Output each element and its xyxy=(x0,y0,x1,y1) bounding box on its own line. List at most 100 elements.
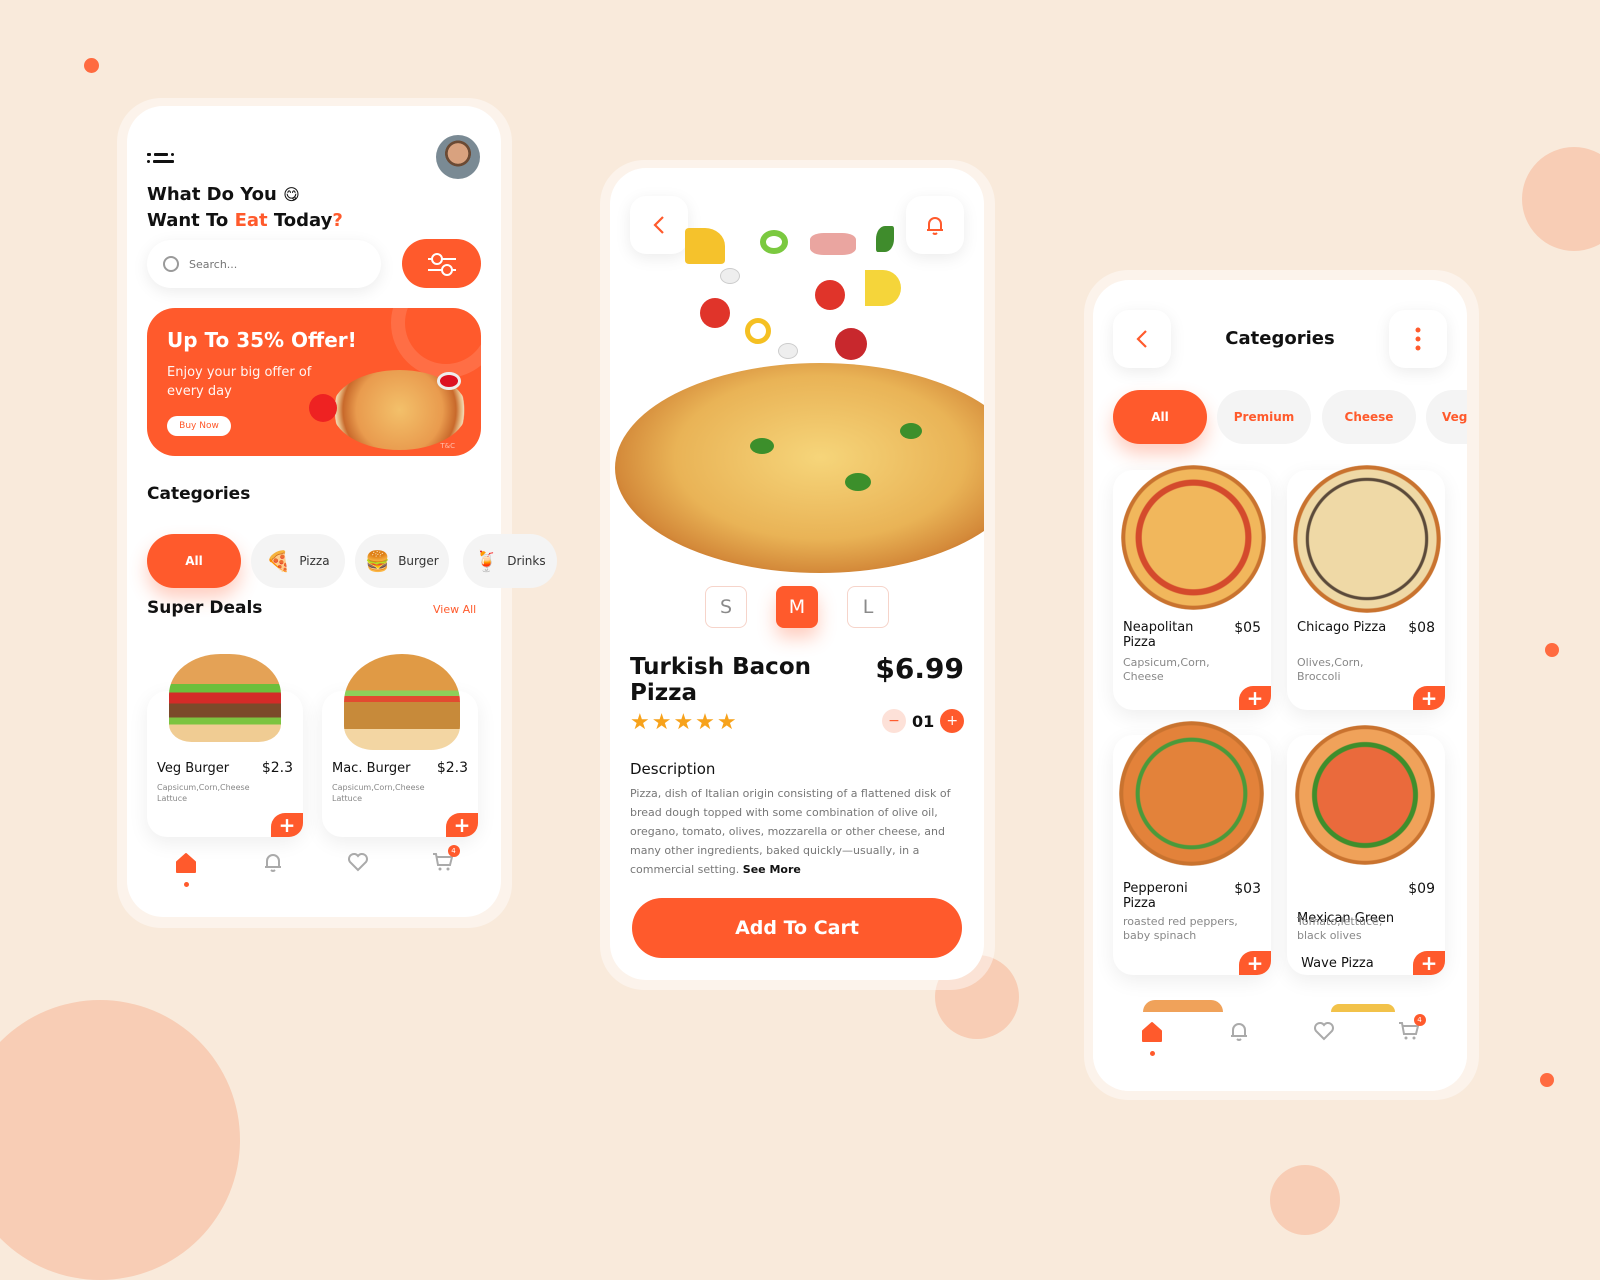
add-button[interactable]: + xyxy=(1239,951,1271,975)
pizza-price: $09 xyxy=(1408,881,1435,897)
deal-card[interactable]: Mac. Burger $2.3 Capsicum,Corn,Cheese La… xyxy=(322,654,478,837)
nav-home[interactable] xyxy=(1141,1021,1165,1056)
add-button[interactable]: + xyxy=(271,813,303,837)
pizza-price: $03 xyxy=(1234,881,1261,897)
add-button[interactable]: + xyxy=(446,813,478,837)
sliders-icon xyxy=(427,252,456,276)
add-button[interactable]: + xyxy=(1239,686,1271,710)
decor-dot xyxy=(1540,1073,1554,1087)
tab-all[interactable]: All xyxy=(1113,390,1207,444)
pizza-card[interactable]: Chicago Pizza $08 Olives,Corn, Broccoli … xyxy=(1287,465,1445,710)
search-icon xyxy=(163,256,179,272)
deal-card[interactable]: Veg Burger $2.3 Capsicum,Corn,Cheese Lat… xyxy=(147,654,303,837)
product-title: Turkish Bacon Pizza xyxy=(630,654,811,706)
categories-screen: Categories All Premium Cheese Veg Neapol… xyxy=(1093,280,1467,1091)
view-all-link[interactable]: View All xyxy=(433,603,476,616)
bell-icon xyxy=(264,854,281,872)
pizza-price: $08 xyxy=(1408,620,1435,636)
nav-home[interactable] xyxy=(175,852,199,887)
pizza-name: Neapolitan Pizza xyxy=(1123,620,1194,650)
pizza-card[interactable]: Pepperoni Pizza $03 roasted red peppers,… xyxy=(1113,721,1271,975)
ingredient-basil-image xyxy=(876,226,894,252)
tab-veg[interactable]: Veg xyxy=(1426,390,1467,444)
ingredient-mushroom-image xyxy=(720,268,740,284)
pizza-basil-image xyxy=(845,473,871,491)
decrease-quantity-button[interactable]: − xyxy=(882,709,906,733)
pizza-name: Pepperoni Pizza xyxy=(1123,881,1188,911)
pizza-image xyxy=(615,363,984,573)
deal-price: $2.3 xyxy=(261,760,293,776)
pizza-card[interactable]: Neapolitan Pizza $05 Capsicum,Corn, Chee… xyxy=(1113,465,1271,710)
bell-icon xyxy=(927,217,943,235)
pizza-name: Chicago Pizza xyxy=(1297,620,1387,635)
nav-cart[interactable]: 4 xyxy=(1398,1014,1426,1046)
home-icon xyxy=(1141,1022,1162,1042)
category-burger[interactable]: 🍔 Burger xyxy=(355,534,449,588)
nav-notifications[interactable] xyxy=(1228,1020,1250,1046)
decor-circle xyxy=(1270,1165,1340,1235)
description-title: Description xyxy=(630,760,716,778)
pizza-card[interactable]: Mexican Green Wave Pizza $09 Tomato,lett… xyxy=(1287,725,1445,975)
size-option-s[interactable]: S xyxy=(705,586,747,628)
see-more-link[interactable]: See More xyxy=(743,863,801,876)
nav-cart[interactable]: 4 xyxy=(432,845,460,877)
nav-favorites[interactable] xyxy=(1313,1020,1335,1046)
pizza-icon: 🍕 xyxy=(266,549,292,573)
description-text: Pizza, dish of Italian origin consisting… xyxy=(630,787,951,876)
user-avatar[interactable] xyxy=(436,135,480,179)
section-title-super-deals: Super Deals xyxy=(147,598,263,618)
terms-label: T&C xyxy=(440,442,455,450)
back-button[interactable] xyxy=(630,196,688,254)
sauce-bowl-image xyxy=(437,372,461,390)
pizza-basil-image xyxy=(750,438,774,454)
back-chevron-icon xyxy=(653,216,664,234)
add-button[interactable]: + xyxy=(1413,951,1445,975)
pizza-detail-screen: S M L Turkish Bacon Pizza $6.99 ★★★★★ − … xyxy=(610,168,984,980)
increase-quantity-button[interactable]: + xyxy=(940,709,965,733)
banner-title: Up To 35% Offer! xyxy=(167,328,357,352)
mexican-green-wave-pizza-image xyxy=(1295,725,1435,865)
size-option-l[interactable]: L xyxy=(847,586,889,628)
decor-circle xyxy=(1522,147,1600,251)
more-options-button[interactable] xyxy=(1389,310,1447,368)
category-pizza[interactable]: 🍕 Pizza xyxy=(251,534,345,588)
search-input[interactable] xyxy=(147,240,381,288)
ingredient-ham-image xyxy=(810,233,856,255)
menu-icon[interactable] xyxy=(147,152,175,166)
pizza-description: roasted red peppers, baby spinach xyxy=(1123,915,1238,942)
bell-icon xyxy=(1230,1023,1247,1041)
search-field[interactable] xyxy=(189,257,339,271)
product-price: $6.99 xyxy=(875,652,964,685)
yum-emoji-icon: 😋 xyxy=(283,185,300,204)
page-title: What Do You 😋 Want To Eat Today? xyxy=(147,184,343,231)
veg-burger-image xyxy=(169,654,281,742)
rating-stars: ★★★★★ xyxy=(630,710,739,735)
nav-favorites[interactable] xyxy=(347,851,369,877)
decor-dot xyxy=(84,58,99,73)
nav-notifications[interactable] xyxy=(262,851,284,877)
banner-subtitle: Enjoy your big offer of every day xyxy=(167,365,312,399)
more-vertical-icon xyxy=(1415,327,1421,351)
buy-now-button[interactable]: Buy Now xyxy=(167,416,231,436)
cart-badge: 4 xyxy=(1413,1014,1426,1026)
size-option-m[interactable]: M xyxy=(776,586,818,628)
category-all[interactable]: All xyxy=(147,534,241,588)
category-drinks[interactable]: 🍹 Drinks xyxy=(463,534,557,588)
notifications-button[interactable] xyxy=(906,196,964,254)
deal-name: Mac. Burger xyxy=(332,761,411,776)
quantity-value: 01 xyxy=(912,711,935,731)
filter-button[interactable] xyxy=(402,239,481,288)
tab-premium[interactable]: Premium xyxy=(1217,390,1311,444)
pizza-basil-image xyxy=(900,423,922,439)
decor-circle xyxy=(0,1000,240,1280)
ingredient-cheese-image xyxy=(865,270,901,306)
add-button[interactable]: + xyxy=(1413,686,1445,710)
ingredient-pepper-image xyxy=(745,318,771,344)
home-screen: What Do You 😋 Want To Eat Today? Up To 3… xyxy=(127,106,501,917)
offer-banner[interactable]: Up To 35% Offer! Enjoy your big offer of… xyxy=(147,308,481,456)
tab-cheese[interactable]: Cheese xyxy=(1322,390,1416,444)
ingredient-salami-image xyxy=(835,328,867,360)
pizza-price: $05 xyxy=(1234,620,1261,636)
deal-name: Veg Burger xyxy=(157,761,230,776)
add-to-cart-button[interactable]: Add To Cart xyxy=(632,898,962,958)
